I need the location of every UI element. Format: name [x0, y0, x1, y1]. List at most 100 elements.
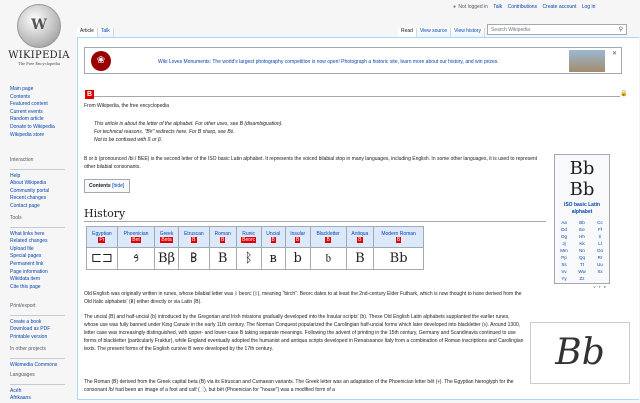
infobox-vte[interactable]: v · t · e [555, 284, 609, 289]
sidebar-item-lang[interactable]: Acèh [10, 388, 72, 396]
tab-article[interactable]: Article [77, 28, 98, 37]
history-col-header[interactable]: Runic Beorc [235, 226, 262, 248]
infobox-letter-link[interactable]: Hh [573, 233, 591, 240]
sidebar-item-lang[interactable]: Afrikaans [10, 395, 72, 403]
history-glyph-cell: 𐤁 [116, 247, 156, 270]
banner-text[interactable]: Wiki Loves Monuments: The world's larges… [158, 59, 499, 65]
wikipedia-logo[interactable]: W WIKIPEDIA The Free Encyclopedia [8, 4, 70, 84]
infobox-letter-link[interactable]: Ff [591, 226, 609, 233]
history-col-header[interactable]: Greek Beta [154, 226, 179, 248]
infobox-letter-link[interactable]: Xx [591, 268, 609, 275]
history-col-header[interactable]: Egyptian Pr [86, 226, 118, 248]
sidebar-item-store[interactable]: Wikipedia store [10, 132, 72, 140]
cursive-b-image[interactable]: Bb [530, 322, 630, 384]
infobox-letter-link[interactable]: Pp [555, 254, 573, 261]
infobox-letter-link[interactable]: Ii [591, 233, 609, 240]
infobox-alphabet: Bb Bb ISO basic Latin alphabet Aa Bb Cc Dd E… [554, 154, 610, 289]
sidebar-item-upload[interactable]: Upload file [10, 246, 72, 254]
infobox-letter-link[interactable]: Nn [573, 247, 591, 254]
history-col-header[interactable]: Roman B [208, 226, 237, 248]
sidebar-item-pdf[interactable]: Download as PDF [10, 326, 72, 334]
infobox-letter-link[interactable]: Uu [591, 261, 609, 268]
infobox-letter-link[interactable]: Dd [555, 226, 573, 233]
sidebar-item-special[interactable]: Special pages [10, 253, 72, 261]
infobox-letter-link[interactable]: Jj [555, 240, 573, 247]
contributions-link[interactable]: Contributions [508, 4, 537, 10]
infobox-letter-link[interactable]: Mm [555, 247, 573, 254]
history-glyph-cell: 𐌁 [177, 247, 210, 270]
sidebar-item-about[interactable]: About Wikipedia [10, 180, 72, 188]
sidebar-heading: Languages [10, 372, 35, 378]
history-glyph-cell: b [284, 247, 311, 270]
infobox-letter-link[interactable]: Gg [555, 233, 573, 240]
infobox-letter-link[interactable]: Kk [573, 240, 591, 247]
search-icon[interactable]: ⚲ [619, 26, 623, 33]
infobox-glyph: Bb Bb [569, 158, 595, 200]
search-input[interactable]: Search Wikipedia ⚲ [487, 24, 627, 35]
infobox-letter-link[interactable]: Ll [591, 240, 609, 247]
sidebar-item-book[interactable]: Create a book [10, 319, 72, 327]
infobox-letter-link[interactable]: Bb [573, 219, 591, 226]
history-col-header[interactable]: Modern Roman B [373, 226, 424, 248]
history-col-header[interactable]: Blackletter B [309, 226, 347, 248]
sidebar-item-main-page[interactable]: Main page [10, 86, 72, 94]
sidebar-heading: Tools [10, 215, 22, 221]
create-account-link[interactable]: Create account [542, 4, 576, 10]
sidebar-item-random[interactable]: Random article [10, 116, 72, 124]
sidebar-item-help[interactable]: Help [10, 173, 72, 181]
infobox-letter-link[interactable]: Ww [573, 268, 591, 275]
toc-hide-link[interactable]: [hide] [112, 183, 124, 189]
infobox-letter-link[interactable]: Zz [573, 275, 591, 282]
sidebar-item-current-events[interactable]: Current events [10, 109, 72, 117]
sidebar-item-featured[interactable]: Featured content [10, 101, 72, 109]
history-col-header[interactable]: Phoenician Bet [116, 226, 156, 248]
sidebar-item-recent-changes[interactable]: Recent changes [10, 195, 72, 203]
hatnote: This article is about the letter of the … [94, 120, 544, 144]
sidebar-item-what-links[interactable]: What links here [10, 231, 72, 239]
hatnote-line: Not to be confused with ß or β. [94, 137, 163, 143]
tab-read[interactable]: Read [398, 28, 417, 37]
history-paragraph-3: The Roman (B) derived from the Greek cap… [84, 379, 514, 393]
view-tabs: Read View source View history [398, 24, 485, 37]
infobox-letter-link[interactable]: Ss [555, 261, 573, 268]
infobox-letter-link[interactable]: Rr [591, 254, 609, 261]
login-link[interactable]: Log in [582, 4, 596, 10]
talk-link[interactable]: Talk [493, 4, 502, 10]
sidebar-item-related[interactable]: Related changes [10, 238, 72, 246]
sidebar-item-page-info[interactable]: Page information [10, 269, 72, 277]
infobox-letter-link[interactable]: Ee [573, 226, 591, 233]
tab-view-history[interactable]: View history [451, 28, 485, 37]
sidebar-tools: Tools What links here Related changes Up… [10, 215, 72, 291]
logo-tagline: The Free Encyclopedia [18, 61, 60, 66]
tab-view-source[interactable]: View source [416, 28, 452, 37]
infobox-title[interactable]: ISO basic Latin alphabet [555, 202, 609, 216]
close-icon[interactable]: ✕ [612, 50, 617, 57]
infobox-letter-link[interactable]: Aa [555, 219, 573, 226]
history-col-header[interactable]: Antiqua B [345, 226, 375, 248]
infobox-letter-link[interactable]: Qq [573, 254, 591, 261]
history-col-header[interactable]: Insular B [284, 226, 311, 248]
infobox-letter-link[interactable]: Oo [591, 247, 609, 254]
sidebar-item-wikidata[interactable]: Wikidata item [10, 276, 72, 284]
history-paragraph-1: Old English was originally written in ru… [84, 291, 522, 305]
history-col-header[interactable]: Etruscan B [177, 226, 210, 248]
sidebar-item-printable[interactable]: Printable version [10, 334, 72, 342]
history-table-header: Egyptian Pr Phoenician Bet Greek Beta Etruscan… [86, 226, 424, 248]
sidebar-item-commons[interactable]: Wikimedia Commons [10, 362, 72, 370]
user-icon: ● [453, 4, 457, 10]
sidebar-item-permalink[interactable]: Permanent link [10, 261, 72, 269]
history-glyph-cell: ⊏⊐ [86, 247, 118, 270]
infobox-letter-link[interactable]: Yy [555, 275, 573, 282]
sidebar-item-community[interactable]: Community portal [10, 188, 72, 196]
site-notice-banner: ❀ Wiki Loves Monuments: The world's larg… [84, 47, 622, 74]
sidebar-item-contact[interactable]: Contact page [10, 203, 72, 211]
sidebar-item-cite[interactable]: Cite this page [10, 284, 72, 292]
infobox-letter-link[interactable]: Vv [555, 268, 573, 275]
history-col-header[interactable]: Uncial B [260, 226, 286, 248]
infobox-letter-link[interactable]: Cc [591, 219, 609, 226]
sidebar-item-donate[interactable]: Donate to Wikipedia [10, 124, 72, 132]
tab-talk[interactable]: Talk [97, 28, 114, 37]
infobox-letter-link[interactable]: Tt [573, 261, 591, 268]
sidebar-item-contents[interactable]: Contents [10, 94, 72, 102]
history-heading: History [84, 207, 546, 222]
